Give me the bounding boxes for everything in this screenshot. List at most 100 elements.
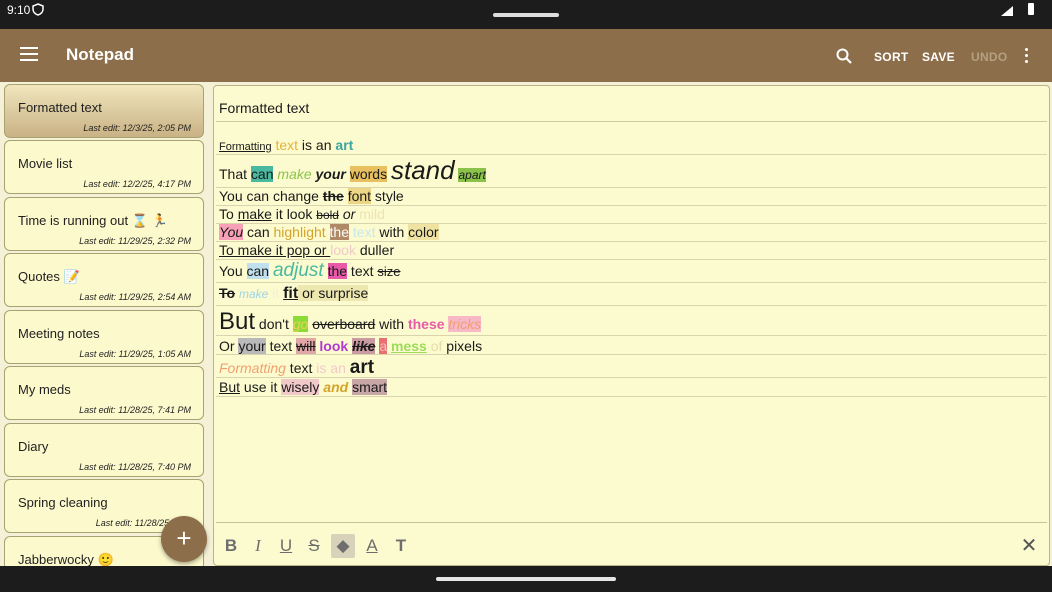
text-run: go (292, 316, 309, 332)
text-line: You can highlight the text with color (219, 224, 439, 240)
text-run: mess (391, 338, 427, 354)
text-line: But use it wisely and smart (219, 379, 388, 395)
text-run: these (407, 316, 445, 332)
note-item-formatted-text[interactable]: Formatted text Last edit: 12/3/25, 2:05 … (4, 84, 204, 138)
note-date: Last edit: 11/29/25, 2:54 AM (79, 292, 191, 302)
notes-list: Formatted text Last edit: 12/3/25, 2:05 … (4, 84, 204, 566)
text-run: text (285, 360, 317, 376)
text-run: smart (352, 379, 388, 395)
menu-icon[interactable] (20, 47, 38, 61)
text-run: Formatting (219, 360, 286, 376)
text-run: the (329, 224, 350, 240)
note-editor[interactable]: Formatted text Formatting text is an art… (213, 85, 1050, 566)
note-item-time-is-running-out[interactable]: Time is running out ⌛ 🏃 Last edit: 11/29… (4, 197, 204, 251)
undo-button[interactable]: UNDO (971, 50, 1008, 64)
highlight-color-button[interactable]: ◆ (331, 534, 355, 558)
text-color-button[interactable]: A (360, 534, 384, 558)
text-run: look (319, 338, 349, 354)
italic-button[interactable]: I (246, 534, 270, 558)
wifi-icon (1000, 4, 1014, 22)
text-run: use it (240, 379, 282, 395)
rule-line (216, 305, 1047, 306)
text-run: To (219, 206, 238, 222)
text-run: it look (271, 206, 317, 222)
text-run: mild (359, 206, 385, 222)
close-icon[interactable]: ✕ (1017, 534, 1041, 558)
text-run: Or (219, 338, 239, 354)
text-run: text (352, 224, 376, 240)
text-run: the (327, 263, 348, 279)
text-run: don't (255, 316, 293, 332)
note-item-movie-list[interactable]: Movie list Last edit: 12/2/25, 4:17 PM (4, 140, 204, 194)
shield-icon (32, 3, 44, 21)
text-run: like (352, 338, 376, 354)
sort-button[interactable]: SORT (874, 50, 909, 64)
text-run: adjust (272, 260, 324, 281)
text-run: pixels (442, 338, 483, 354)
clock: 9:10 (7, 3, 31, 17)
text-run: the (322, 188, 344, 204)
rule-line (216, 282, 1047, 283)
text-run: can (243, 224, 274, 240)
text-run: wisely (281, 379, 320, 395)
text-run: words (349, 166, 388, 182)
text-run: But (219, 308, 256, 335)
home-gesture-bar[interactable] (436, 577, 616, 581)
text-run (324, 263, 328, 279)
divider (216, 121, 1047, 122)
text-run: But (219, 379, 241, 395)
main-content: Formatted text Last edit: 12/3/25, 2:05 … (0, 82, 1052, 566)
text-run: can (246, 263, 270, 279)
search-icon[interactable] (836, 48, 852, 69)
text-line: But don't go overboard with these tricks (219, 308, 482, 338)
note-item-my-meds[interactable]: My meds Last edit: 11/28/25, 7:41 PM (4, 366, 204, 420)
text-line: That can make your words stand apart (219, 154, 486, 191)
text-run: with (375, 316, 408, 332)
note-date: Last edit: 11/29/25, 2:32 PM (79, 236, 191, 246)
text-line: To make it look bold or mild (219, 206, 385, 222)
format-toolbar: B I U S ◆ A T ✕ (214, 532, 1049, 562)
text-run: size (377, 264, 401, 279)
text-run: make (237, 206, 272, 222)
note-date: Last edit: 11/28/25, 7:41 PM (79, 405, 191, 415)
text-line: To make it pop or look duller (219, 242, 394, 258)
text-run: a (379, 338, 388, 354)
app-bar: Notepad SORT SAVE UNDO (0, 29, 1052, 82)
bold-button[interactable]: B (219, 534, 243, 558)
strikethrough-button[interactable]: S (302, 534, 326, 558)
text-run: of (430, 338, 443, 354)
note-title-field[interactable]: Formatted text (219, 100, 309, 116)
text-run: font (347, 188, 372, 204)
note-item-diary[interactable]: Diary Last edit: 11/28/25, 7:40 PM (4, 423, 204, 477)
text-run: You (219, 224, 244, 240)
note-date: Last edit: 11/28/25, 7:40 PM (79, 462, 191, 472)
note-name: Time is running out ⌛ 🏃 (18, 213, 168, 228)
add-note-button[interactable]: + (161, 516, 207, 562)
note-item-quotes[interactable]: Quotes 📝 Last edit: 11/29/25, 2:54 AM (4, 253, 204, 307)
text-run: art (349, 357, 375, 378)
more-options-icon[interactable] (1025, 48, 1029, 66)
note-name: Meeting notes (18, 326, 100, 341)
text-run: You can change (219, 188, 323, 204)
save-button[interactable]: SAVE (922, 50, 955, 64)
text-run: apart (458, 168, 486, 182)
text-size-button[interactable]: T (389, 534, 413, 558)
text-run: Formatting (219, 141, 272, 153)
note-date: Last edit: 11/29/25, 1:05 AM (79, 349, 191, 359)
text-line: You can adjust the text size (219, 260, 401, 282)
note-name: Formatted text (18, 100, 102, 115)
text-run: or (342, 206, 356, 222)
text-run: look (330, 242, 356, 258)
note-name: Quotes 📝 (18, 269, 80, 284)
underline-button[interactable]: U (274, 534, 298, 558)
text-run: is an (298, 137, 336, 153)
note-name: Spring cleaning (18, 495, 108, 510)
note-item-meeting-notes[interactable]: Meeting notes Last edit: 11/29/25, 1:05 … (4, 310, 204, 364)
text-run: overboard (312, 316, 376, 332)
navigation-bar (0, 566, 1052, 592)
note-name: Movie list (18, 156, 73, 171)
note-name: My meds (18, 382, 71, 397)
text-run: will (296, 338, 316, 354)
status-bar: 9:10 (0, 0, 1052, 29)
text-run: fit (283, 285, 299, 302)
